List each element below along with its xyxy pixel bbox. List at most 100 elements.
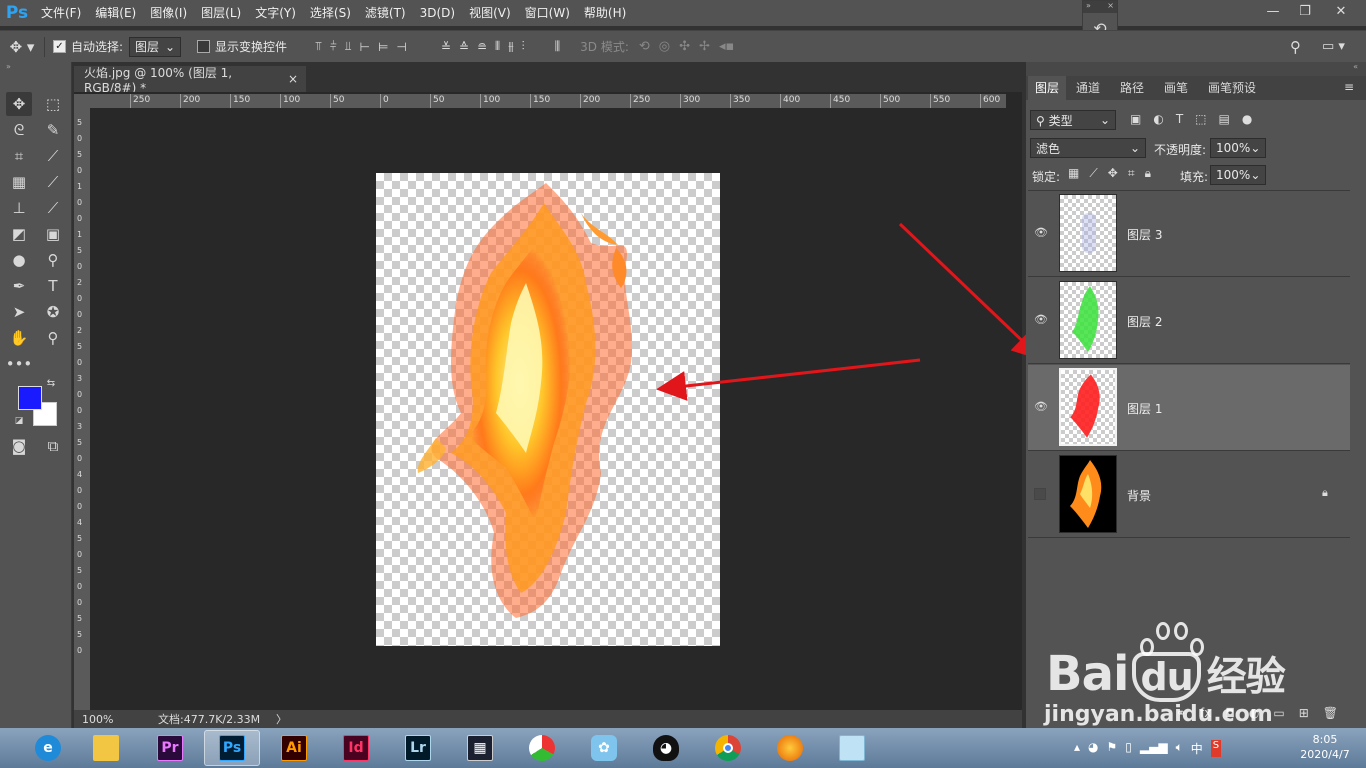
align-left-icon[interactable]: ⊢	[359, 39, 369, 54]
foreground-color-swatch-front[interactable]	[18, 386, 42, 410]
move-tool-icon[interactable]: ✥	[6, 92, 32, 116]
layer-row-background[interactable]: 背景 🔒︎	[1028, 452, 1350, 538]
blend-mode-dropdown[interactable]: 滤色 ⌄	[1030, 138, 1146, 158]
taskbar-premiere[interactable]: Pr	[142, 730, 198, 766]
marquee-tool-icon[interactable]: ⬚	[40, 92, 66, 116]
taskbar-lightroom[interactable]: Lr	[390, 730, 446, 766]
zoom-level[interactable]: 100%	[74, 713, 134, 726]
tab-brush[interactable]: 画笔	[1156, 76, 1196, 100]
swap-colors-icon[interactable]: ⇆	[44, 376, 58, 390]
visibility-toggle-empty[interactable]	[1034, 488, 1046, 500]
workspace-icon[interactable]: ▭ ▾	[1322, 39, 1345, 54]
tray-flag-icon[interactable]: ⚑	[1107, 740, 1118, 757]
menu-file[interactable]: 文件(F)	[34, 0, 88, 26]
shape-tool-icon[interactable]: ✪	[40, 300, 66, 324]
taskbar-indesign[interactable]: Id	[328, 730, 384, 766]
document-canvas[interactable]	[376, 173, 720, 646]
screen-mode-icon[interactable]: ⧉	[40, 434, 66, 458]
menu-select[interactable]: 选择(S)	[303, 0, 358, 26]
toolbox-collapse-icon[interactable]: »	[0, 62, 71, 74]
more-tools-icon[interactable]: •••	[6, 352, 33, 376]
show-transform-checkbox[interactable]	[197, 40, 211, 53]
eyedropper-tool-icon[interactable]: ⟋	[40, 144, 66, 168]
mini-panel-header[interactable]: » ×	[1083, 1, 1117, 13]
document-tab[interactable]: 火焰.jpg @ 100% (图层 1, RGB/8#) * ×	[74, 66, 306, 95]
3d-slide-icon[interactable]: ✢	[699, 39, 710, 54]
close-button[interactable]: ✕	[1326, 0, 1356, 22]
lock-all-icon[interactable]: 🔒︎	[1145, 166, 1151, 181]
3d-pan-icon[interactable]: ✣	[679, 39, 690, 54]
filter-shape-icon[interactable]: ⬚	[1195, 112, 1206, 126]
align-vcenter-icon[interactable]: ⫩	[330, 39, 337, 54]
taskbar-media[interactable]: ▦	[452, 730, 508, 766]
history-brush-tool-icon[interactable]: ⟋	[40, 196, 66, 220]
taskbar-notes[interactable]	[824, 730, 880, 766]
taskbar-qq[interactable]: ◕	[638, 730, 694, 766]
tab-channels[interactable]: 通道	[1068, 76, 1108, 100]
crop-tool-icon[interactable]: ⌗	[6, 144, 32, 168]
tab-brush-presets[interactable]: 画笔预设	[1202, 76, 1262, 100]
taskbar-illustrator[interactable]: Ai	[266, 730, 322, 766]
status-menu-arrow[interactable]: 〉	[274, 711, 287, 727]
taskbar-bird[interactable]: ✿	[576, 730, 632, 766]
default-colors-icon[interactable]: ◪	[12, 414, 26, 428]
taskbar-photoshop[interactable]: Ps	[204, 730, 260, 766]
hand-tool-icon[interactable]: ✋	[6, 326, 32, 350]
distribute-vcenter-icon[interactable]: ≙	[459, 39, 469, 54]
align-right-icon[interactable]: ⊣	[396, 39, 406, 54]
tray-network-icon[interactable]: ▂▄▆	[1140, 740, 1168, 757]
align-bottom-icon[interactable]: ⫫	[345, 39, 352, 54]
visibility-eye-icon[interactable]: 👁︎	[1034, 314, 1048, 325]
distribute-left-icon[interactable]: ⫴	[495, 39, 500, 54]
menu-image[interactable]: 图像(I)	[143, 0, 194, 26]
layer-name[interactable]: 图层 1	[1127, 400, 1162, 417]
ruler-horizontal[interactable]: 250 200 150 100 50 0 50 100 150 200 250 300 350 400 45…	[90, 94, 1006, 108]
layer-name[interactable]: 图层 3	[1127, 226, 1162, 243]
menu-help[interactable]: 帮助(H)	[577, 0, 633, 26]
lock-position-icon[interactable]: ✥	[1108, 166, 1118, 181]
layer-filter-dropdown[interactable]: ⚲ 类型 ⌄	[1030, 110, 1116, 130]
taskbar-firefox[interactable]	[762, 730, 818, 766]
restore-button[interactable]: ❐	[1290, 0, 1320, 22]
distribute-right-icon[interactable]: ⫶	[522, 39, 525, 54]
auto-select-checkbox[interactable]: ✓	[53, 40, 66, 53]
zoom-tool-icon[interactable]: ⚲	[40, 326, 66, 350]
brush-tool-icon[interactable]: ⟋	[40, 170, 66, 194]
layer-row-layer3[interactable]: 👁︎ 图层 3	[1028, 191, 1350, 277]
tray-volume-icon[interactable]: 🔈︎	[1176, 740, 1183, 757]
panel-menu-icon[interactable]: ≡	[1344, 80, 1354, 94]
search-icon[interactable]: ⚲	[1290, 38, 1301, 56]
move-tool-preset-icon[interactable]: ✥ ▾	[0, 38, 44, 56]
gradient-tool-icon[interactable]: ▣	[40, 222, 66, 246]
auto-align-icon[interactable]: ⫼	[555, 39, 561, 54]
3d-roll-icon[interactable]: ◎	[659, 39, 670, 54]
quick-select-tool-icon[interactable]: ✎	[40, 118, 66, 142]
ruler-vertical[interactable]: 5 0 5 0 1 0 0 1 5 0 2 0 0 2 5 0 3 0 0 3 5 0 4 0 0 4 5 0 5 0 0 5 5 0	[74, 108, 90, 710]
menu-layer[interactable]: 图层(L)	[194, 0, 248, 26]
tray-ime-indicator[interactable]: 中	[1191, 740, 1203, 757]
menu-type[interactable]: 文字(Y)	[248, 0, 303, 26]
menu-filter[interactable]: 滤镜(T)	[358, 0, 413, 26]
visibility-eye-icon[interactable]: 👁︎	[1034, 227, 1048, 238]
visibility-eye-icon[interactable]: 👁︎	[1034, 401, 1048, 412]
filter-smart-object-icon[interactable]: ▤	[1219, 112, 1230, 126]
menu-3d[interactable]: 3D(D)	[413, 0, 462, 26]
lock-pixels-icon[interactable]: ⟋	[1089, 166, 1097, 181]
layer-name[interactable]: 背景	[1127, 487, 1151, 504]
3d-rotate-icon[interactable]: ⟲	[639, 39, 650, 54]
distribute-bottom-icon[interactable]: ≘	[477, 39, 487, 54]
filter-type-icon[interactable]: T	[1176, 112, 1183, 126]
path-select-tool-icon[interactable]: ➤	[6, 300, 32, 324]
menu-view[interactable]: 视图(V)	[462, 0, 518, 26]
taskbar-chrome[interactable]	[700, 730, 756, 766]
distribute-top-icon[interactable]: ≚	[441, 39, 451, 54]
close-icon[interactable]: ×	[288, 72, 298, 86]
taskbar-explorer[interactable]	[78, 730, 134, 766]
opacity-input[interactable]: 100% ⌄	[1210, 138, 1266, 158]
clone-stamp-tool-icon[interactable]: ⊥	[6, 196, 32, 220]
tray-qq-icon[interactable]: ◕	[1088, 740, 1098, 757]
tray-sogou-icon[interactable]: S	[1210, 740, 1222, 757]
fill-input[interactable]: 100% ⌄	[1210, 165, 1266, 185]
tray-battery-icon[interactable]: ▯	[1125, 740, 1132, 757]
healing-brush-tool-icon[interactable]: ▦	[6, 170, 32, 194]
